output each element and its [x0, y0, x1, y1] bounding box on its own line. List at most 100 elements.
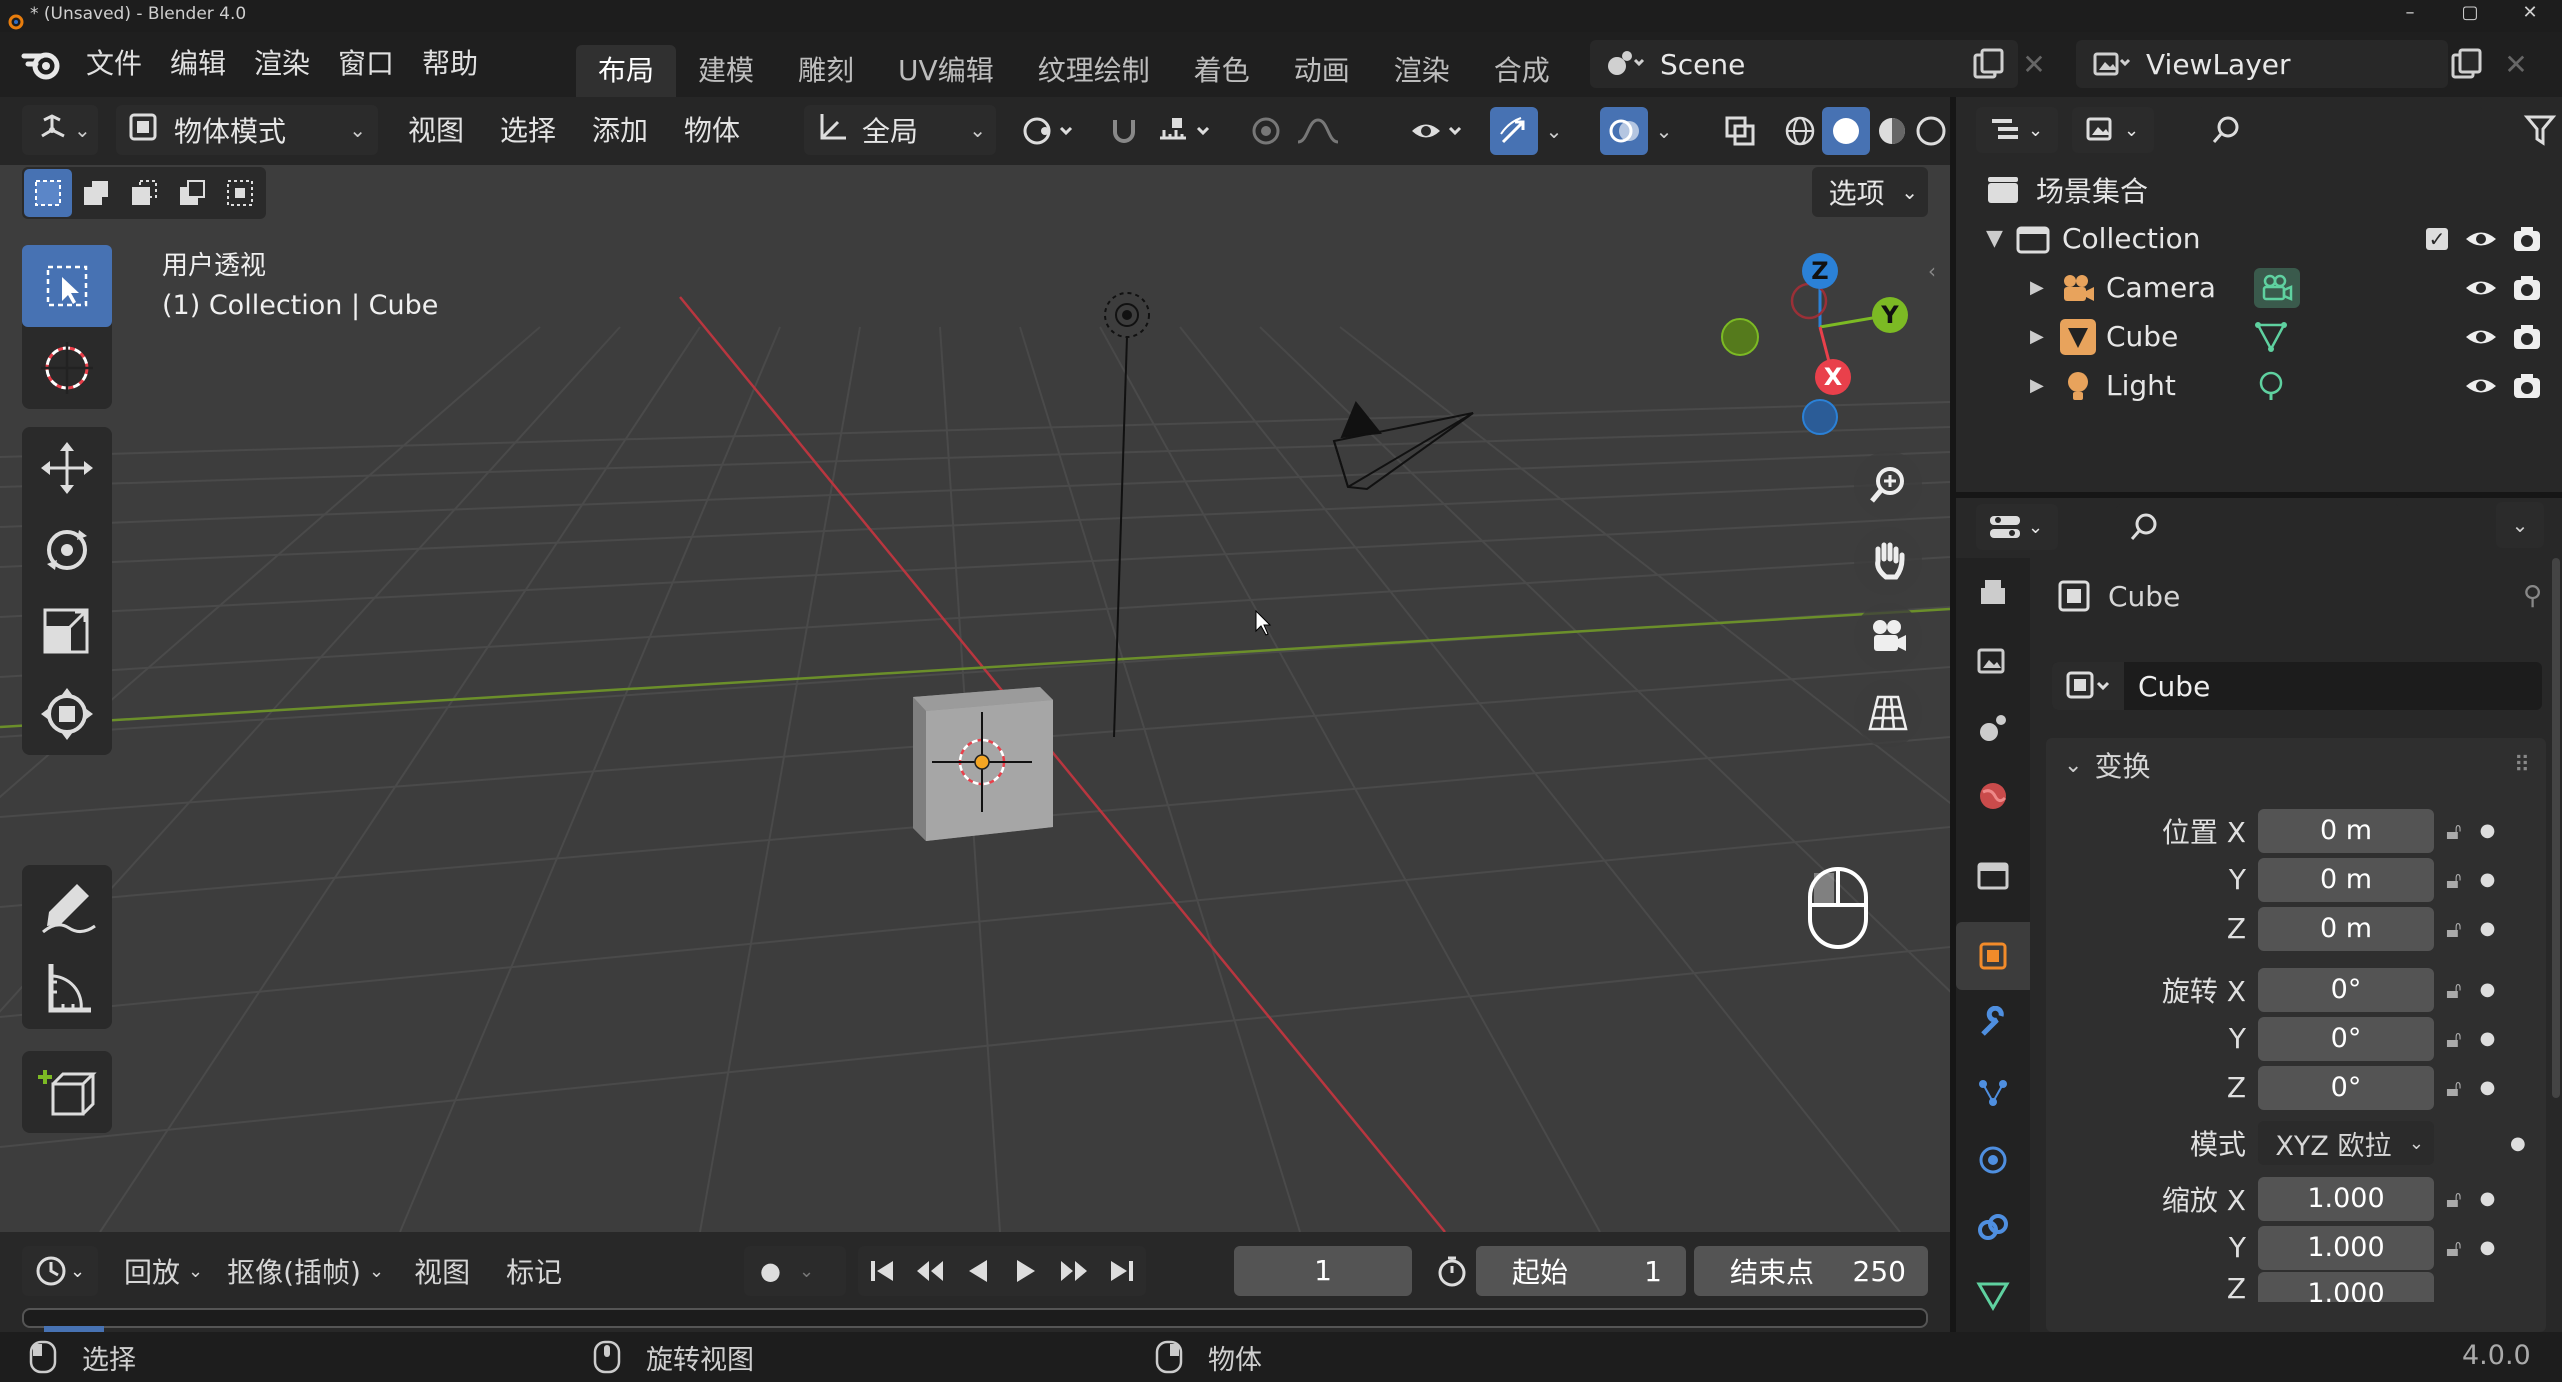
blender-menu-icon[interactable]	[20, 44, 66, 84]
display-mode-dropdown[interactable]: ⌄	[2072, 107, 2154, 153]
menu-render[interactable]: 渲染	[240, 36, 324, 92]
maximize-button[interactable]: ▢	[2440, 2, 2500, 30]
viewport-menu-view[interactable]: 视图	[390, 101, 482, 161]
jump-to-end-icon[interactable]	[1098, 1247, 1146, 1295]
properties-options-chevron-icon[interactable]: ⌄	[2496, 502, 2544, 548]
expand-arrow-right-icon[interactable]: ▶	[2030, 326, 2060, 347]
rotation-z-field[interactable]: 0°	[2258, 1065, 2434, 1110]
new-scene-icon[interactable]	[1964, 40, 2012, 88]
scene-icon[interactable]	[1590, 40, 1660, 88]
keyframe-dot-icon[interactable]: ●	[2480, 1028, 2496, 1049]
material-shading-icon[interactable]	[1868, 107, 1916, 155]
select-extend-icon[interactable]	[72, 169, 120, 217]
location-z-field[interactable]: 0 m	[2258, 906, 2434, 951]
tab-data-icon[interactable]	[1956, 1262, 2030, 1330]
collection-row[interactable]: ▼ Collection ✓	[1976, 214, 2552, 263]
proportional-edit-icon[interactable]	[1242, 107, 1290, 155]
scale-y-field[interactable]: 1.000	[2258, 1225, 2434, 1270]
sidebar-toggle-chevron-icon[interactable]: ‹	[1928, 259, 1936, 283]
scale-x-field[interactable]: 1.000	[2258, 1176, 2434, 1221]
timeline-scrollbar[interactable]	[22, 1308, 1928, 1328]
mesh-data-icon[interactable]	[2254, 321, 2288, 353]
falloff-icon[interactable]	[1290, 107, 1354, 155]
zoom-icon[interactable]	[1854, 451, 1922, 519]
viewport-menu-object[interactable]: 物体	[666, 101, 758, 161]
delete-scene-icon[interactable]: ✕	[2010, 40, 2058, 88]
snap-toggle-icon[interactable]	[1100, 107, 1148, 155]
rotate-tool[interactable]	[22, 509, 112, 591]
scene-selector[interactable]: Scene ⚲	[1590, 40, 2018, 88]
keyframe-dot-icon[interactable]: ●	[2480, 869, 2496, 890]
jump-to-keyframe-next-icon[interactable]	[1050, 1247, 1098, 1295]
select-subtract-icon[interactable]	[120, 169, 168, 217]
outliner-item-camera[interactable]: ▶ Camera	[1976, 263, 2552, 312]
tab-physics-icon[interactable]	[1956, 1126, 2030, 1194]
viewport-menu-select[interactable]: 选择	[482, 101, 574, 161]
outliner-item-light[interactable]: ▶ Light	[1976, 361, 2552, 410]
snap-target-icon[interactable]	[1148, 107, 1224, 155]
lock-icon[interactable]: 🔓︎	[2446, 817, 2462, 845]
keyframe-dot-icon[interactable]: ●	[2480, 1188, 2496, 1209]
drag-handle-icon[interactable]: ⠿	[2514, 753, 2530, 778]
pivot-point-icon[interactable]	[1012, 107, 1086, 155]
tab-rendering[interactable]: 渲染	[1372, 45, 1472, 97]
transform-orientation-dropdown[interactable]: 全局 ⌄	[804, 105, 996, 155]
tab-world-icon[interactable]	[1956, 762, 2030, 830]
lock-icon[interactable]: 🔓︎	[2446, 1025, 2462, 1053]
jump-to-start-icon[interactable]	[858, 1247, 906, 1295]
tab-texture-paint[interactable]: 纹理绘制	[1016, 45, 1172, 97]
gizmo-y-axis[interactable]: Y	[1872, 297, 1908, 333]
expand-arrow-down-icon[interactable]: ▼	[1986, 226, 2016, 251]
light-data-icon[interactable]	[2254, 370, 2288, 402]
lock-icon[interactable]: 🔓︎	[2446, 976, 2462, 1004]
keyframe-dot-icon[interactable]: ●	[2480, 918, 2496, 939]
camera-data-icon[interactable]	[2254, 267, 2300, 308]
pin-icon[interactable]: ⚲	[2523, 581, 2542, 611]
keyframe-dot-icon[interactable]: ●	[2510, 1133, 2526, 1154]
tab-layout[interactable]: 布局	[576, 45, 677, 97]
cursor-tool[interactable]	[22, 327, 112, 409]
mode-dropdown[interactable]: 物体模式 ⌄	[116, 105, 378, 155]
view-layer-icon[interactable]	[2076, 40, 2146, 88]
tab-animation[interactable]: 动画	[1272, 45, 1372, 97]
options-dropdown[interactable]: 选项 ⌄	[1812, 167, 1928, 217]
overlay-toggle-icon[interactable]	[1600, 107, 1648, 155]
xray-toggle-icon[interactable]	[1716, 107, 1764, 155]
location-y-field[interactable]: 0 m	[2258, 857, 2434, 902]
rotation-mode-dropdown[interactable]: XYZ 欧拉 ⌄	[2258, 1121, 2434, 1165]
gizmo-x-axis[interactable]: X	[1815, 359, 1851, 395]
tab-modeling[interactable]: 建模	[676, 45, 776, 97]
timeline-menu-view[interactable]: 视图	[396, 1251, 488, 1291]
solid-shading-icon[interactable]	[1822, 107, 1870, 155]
gizmo-toggle-icon[interactable]	[1490, 107, 1538, 155]
navigation-gizmo[interactable]: Z Y X	[1720, 245, 1920, 435]
location-x-field[interactable]: 0 m	[2258, 808, 2434, 853]
auto-keying-toggle[interactable]: ● ⌄	[744, 1246, 846, 1296]
annotate-tool[interactable]	[22, 865, 112, 947]
outliner-editor-type-dropdown[interactable]: ⌄	[1976, 107, 2058, 153]
new-view-layer-icon[interactable]	[2442, 40, 2490, 88]
properties-search-input[interactable]	[2116, 504, 2400, 550]
collapse-chevron-icon[interactable]: ⌄	[2064, 753, 2082, 778]
delete-view-layer-icon[interactable]: ✕	[2492, 40, 2540, 88]
object-datablock-field[interactable]: Cube	[2052, 662, 2542, 710]
outliner-item-cube[interactable]: ▶ Cube	[1976, 312, 2552, 361]
overlay-dropdown-chevron-icon[interactable]: ⌄	[1646, 107, 1682, 155]
timeline-menu-marker[interactable]: 标记	[488, 1251, 580, 1291]
keyframe-dot-icon[interactable]: ●	[2480, 979, 2496, 1000]
tab-constraints-icon[interactable]	[1956, 1194, 2030, 1262]
lock-icon[interactable]: 🔓︎	[2446, 1234, 2462, 1262]
tab-particles-icon[interactable]	[1956, 1058, 2030, 1126]
timeline-menu-playback[interactable]: 回放 ⌄	[112, 1251, 215, 1291]
lock-icon[interactable]: 🔓︎	[2446, 1185, 2462, 1213]
tab-collection-icon[interactable]	[1956, 842, 2030, 910]
preview-range-stopwatch-icon[interactable]	[1428, 1246, 1476, 1296]
tab-output-icon[interactable]	[1956, 626, 2030, 694]
gizmo-dropdown-chevron-icon[interactable]: ⌄	[1536, 107, 1572, 155]
tab-sculpting[interactable]: 雕刻	[776, 45, 876, 97]
keyframe-dot-icon[interactable]: ●	[2480, 820, 2496, 841]
scale-tool[interactable]	[22, 591, 112, 673]
lock-icon[interactable]: 🔓︎	[2446, 915, 2462, 943]
filter-icon[interactable]	[2516, 107, 2562, 153]
tab-object-icon[interactable]	[1956, 922, 2030, 990]
